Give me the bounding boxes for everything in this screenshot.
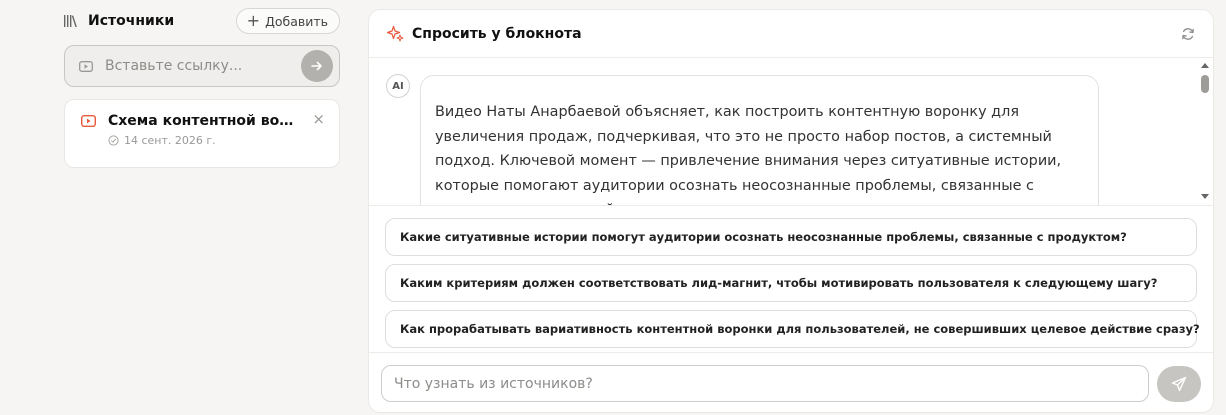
link-submit-button[interactable] bbox=[301, 50, 333, 82]
ai-message: Видео Наты Анарбаевой объясняет, как пос… bbox=[420, 75, 1099, 205]
source-card[interactable]: Схема контентной вор... × 14 сент. 2026 … bbox=[64, 99, 340, 168]
youtube-icon bbox=[81, 115, 96, 127]
link-field bbox=[64, 45, 340, 87]
add-source-label: Добавить bbox=[265, 13, 328, 29]
refresh-icon[interactable] bbox=[1181, 27, 1195, 41]
source-meta: 14 сент. 2026 г. bbox=[108, 134, 325, 147]
send-button[interactable] bbox=[1157, 365, 1201, 402]
suggestions-list: Какие ситуативные истории помогут аудито… bbox=[369, 205, 1213, 352]
chat-input-area bbox=[369, 352, 1213, 412]
suggestion-chip[interactable]: Какие ситуативные истории помогут аудито… bbox=[385, 218, 1197, 256]
scroll-up-arrow-icon[interactable] bbox=[1201, 63, 1209, 68]
chat-input[interactable] bbox=[381, 365, 1150, 402]
suggestion-chip[interactable]: Как прорабатывать вариативность контентн… bbox=[385, 310, 1200, 348]
scroll-down-arrow-icon[interactable] bbox=[1201, 194, 1209, 199]
plus-icon: + bbox=[246, 11, 261, 30]
source-row: Схема контентной вор... bbox=[81, 113, 325, 129]
chat-panel: Спросить у блокнота AI Видео Наты Анарба… bbox=[368, 9, 1214, 413]
books-icon bbox=[64, 15, 77, 27]
chat-header: Спросить у блокнота bbox=[369, 10, 1213, 58]
suggestion-chip[interactable]: Каким критериям должен соответствовать л… bbox=[385, 264, 1197, 302]
sparkle-icon bbox=[387, 25, 404, 42]
messages-scrollbar[interactable] bbox=[1199, 59, 1211, 205]
source-name: Схема контентной вор... bbox=[108, 113, 298, 129]
scroll-thumb[interactable] bbox=[1201, 75, 1209, 93]
send-icon bbox=[1171, 376, 1187, 391]
sources-panel: Источники + Добавить Схема контентной во… bbox=[64, 8, 340, 168]
sources-header: Источники + Добавить bbox=[64, 8, 340, 34]
sources-title: Источники bbox=[88, 13, 175, 29]
video-icon bbox=[79, 60, 93, 72]
arrow-right-icon bbox=[311, 61, 322, 71]
source-date: 14 сент. 2026 г. bbox=[124, 134, 216, 147]
sources-title-group: Источники bbox=[64, 13, 174, 29]
link-input[interactable] bbox=[105, 58, 289, 74]
check-circle-icon bbox=[108, 135, 119, 146]
close-icon[interactable]: × bbox=[312, 112, 325, 127]
messages-area[interactable]: AI Видео Наты Анарбаевой объясняет, как … bbox=[369, 59, 1213, 205]
chat-title-group: Спросить у блокнота bbox=[387, 25, 582, 42]
add-source-button[interactable]: + Добавить bbox=[235, 8, 340, 34]
ai-avatar: AI bbox=[386, 74, 410, 98]
chat-title: Спросить у блокнота bbox=[412, 25, 582, 42]
